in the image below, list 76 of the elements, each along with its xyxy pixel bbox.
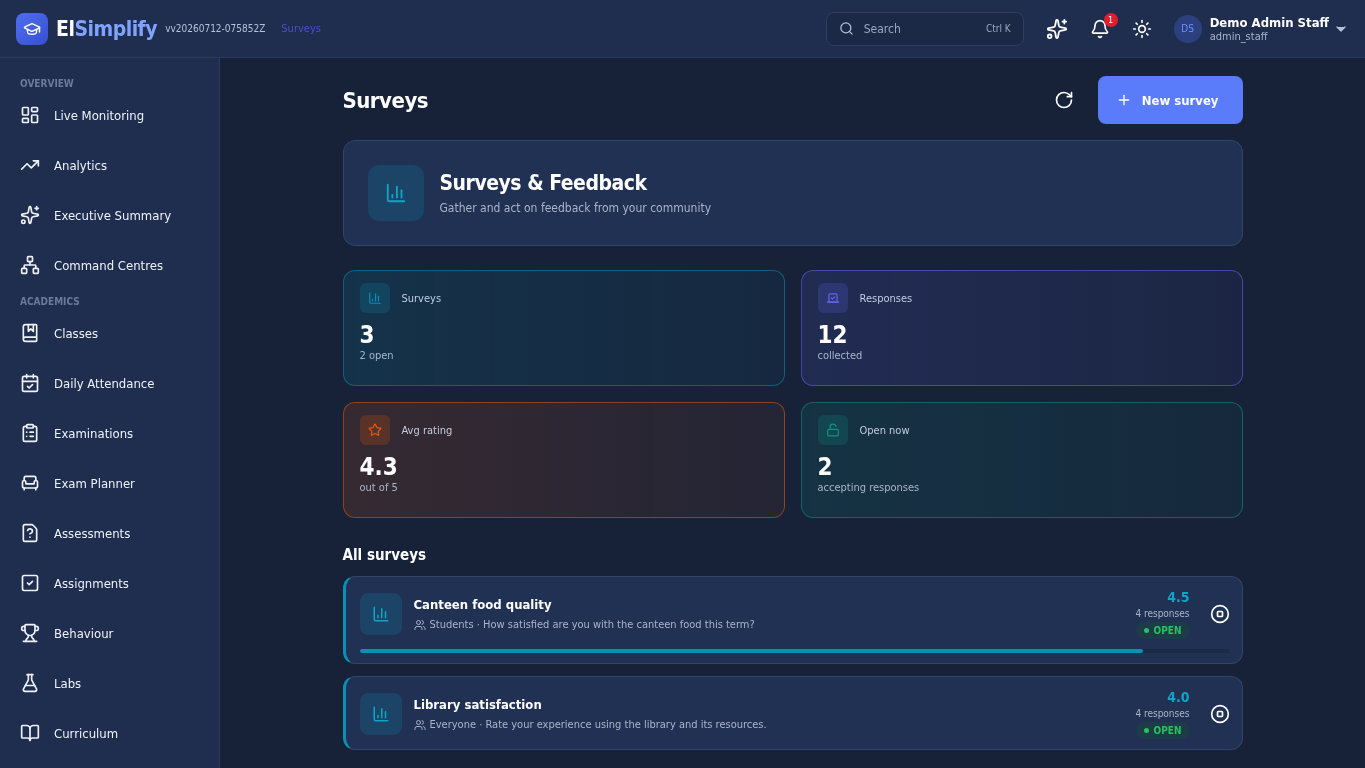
sidebar-item[interactable]: Command Centres [20,240,219,290]
survey-description: Students · How satisfied are you with the canteen food this term? [429,618,755,631]
chart-icon [359,593,402,635]
new-survey-button[interactable]: New survey [1097,76,1243,124]
hero-title: Surveys & Feedback [439,171,648,195]
sidebar-item[interactable]: Daily Attendance [20,358,219,408]
stat-label: Surveys [401,291,442,305]
hero-subtitle: Gather and act on feedback from your community [439,201,711,215]
brand-name: ElSimplify [56,16,158,41]
sidebar-item[interactable]: Live Monitoring [20,90,219,140]
stat-note: 2 open [359,349,395,362]
stat-label: Avg rating [401,423,453,437]
nav-icon [20,623,40,643]
nav-icon [20,723,40,743]
page-title: Surveys [342,87,429,113]
section-title: ACADEMICS [20,296,81,309]
sidebar-item[interactable]: Examinations [20,408,219,458]
survey-card[interactable]: Canteen food quality Students · How satisfied are you with the canteen food this term? 4.5 4 responses OPEN [342,576,1243,664]
nav-icon [20,323,40,343]
nav-icon [20,523,40,543]
sidebar-item[interactable]: Executive Summary [20,190,219,240]
status-badge: OPEN [1135,722,1190,739]
version-label: vv20260712-075852Z [165,23,266,34]
sidebar-item[interactable]: Behaviour [20,608,219,658]
section-heading: All surveys [342,546,427,564]
search-icon [838,21,854,36]
logo-icon [16,12,48,45]
nav-icon [20,573,40,593]
theme-toggle-button[interactable] [1131,18,1152,39]
nav-icon [20,473,40,493]
response-count: 4 responses [1135,708,1190,719]
sparkles-button[interactable] [1045,17,1068,40]
nav-icon [20,673,40,693]
sidebar-item[interactable]: Labs [20,658,219,708]
survey-title: Library satisfaction [413,697,543,712]
people-icon [413,618,426,631]
stat-value: 3 [359,321,376,349]
sidebar-item[interactable]: Classes [20,308,219,358]
nav-icon [20,105,40,125]
stat-value: 2 [817,453,834,481]
sidebar-item[interactable]: Assignments [20,558,219,608]
stat-label: Open now [859,423,910,437]
response-count: 4 responses [1135,608,1190,619]
refresh-button[interactable] [1053,90,1074,110]
sidebar-item[interactable]: Exam Planner [20,458,219,508]
stat-label: Responses [859,291,913,305]
stop-button[interactable] [1209,604,1230,624]
notifications-button[interactable] [1089,18,1110,39]
nav-icon [20,373,40,393]
stat-note: out of 5 [359,481,399,494]
sidebar-item[interactable]: Assessments [20,508,219,558]
people-icon [413,718,426,731]
chart-icon [359,693,402,735]
survey-title: Canteen food quality [413,597,553,612]
survey-description: Everyone · Rate your experience using the library and its resources. [429,718,767,731]
sidebar-item[interactable]: Curriculum [20,708,219,758]
notification-count: 1 [1103,12,1118,27]
survey-rating: 4.0 [1167,689,1190,705]
survey-rating: 4.5 [1167,589,1190,605]
shortcut-hint: Ctrl K [985,23,1011,34]
sidebar-item[interactable]: Analytics [20,140,219,190]
section-title: OVERVIEW [20,78,75,91]
user-handle: admin_staff [1209,29,1269,43]
stat-value: 4.3 [359,453,399,481]
search-input[interactable]: Search [861,20,966,37]
survey-card[interactable]: Library satisfaction Everyone · Rate your experience using the library and its resources. 4.0 4 responses OPEN [342,676,1243,750]
stat-value: 12 [817,321,849,349]
stop-button[interactable] [1209,704,1230,724]
nav-icon [20,255,40,275]
stat-note: collected [817,349,864,362]
nav-icon [20,205,40,225]
nav-icon [20,423,40,443]
status-badge: OPEN [1135,622,1190,639]
stat-note: accepting responses [817,481,921,494]
user-name: Demo Admin Staff [1209,14,1329,30]
chart-icon [367,165,424,221]
